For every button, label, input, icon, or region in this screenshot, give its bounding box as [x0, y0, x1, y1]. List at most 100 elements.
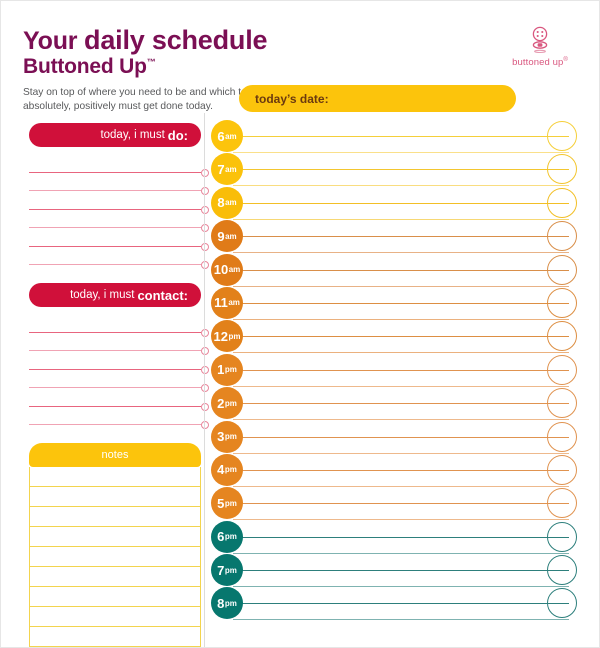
schedule-write-line[interactable]: [233, 202, 569, 204]
hour-badge: 9 am: [211, 220, 243, 253]
must-contact-task-row[interactable]: [29, 407, 209, 429]
must-do-task-row[interactable]: [29, 228, 209, 251]
schedule-row[interactable]: 3 pm: [211, 420, 577, 454]
must-contact-task-row[interactable]: [29, 388, 209, 411]
schedule-write-line[interactable]: [233, 570, 569, 572]
todays-date-field[interactable]: today’s date:: [239, 85, 516, 112]
must-do-task-row[interactable]: [29, 247, 209, 269]
task-checkbox-circle[interactable]: [201, 347, 209, 355]
note-row[interactable]: [30, 467, 200, 487]
schedule-write-line[interactable]: [233, 403, 569, 405]
schedule-row[interactable]: 2 pm: [211, 387, 577, 421]
schedule-list: 6 am 7 am 8 am 9 am 10 am 11 am 12 pm 1 pm 2 pm 3 pm 4 pm 5 pm 6…: [211, 120, 577, 621]
schedule-write-line[interactable]: [233, 603, 569, 605]
schedule-checkbox-circle[interactable]: [547, 521, 577, 552]
schedule-write-line[interactable]: [233, 469, 569, 471]
schedule-row[interactable]: 1 pm: [211, 353, 577, 387]
hour-meridiem: pm: [224, 365, 237, 375]
must-do-task-row[interactable]: [29, 191, 209, 214]
must-do-task-row[interactable]: [29, 173, 209, 195]
schedule-row[interactable]: 6 pm: [211, 520, 577, 554]
schedule-checkbox-circle[interactable]: [547, 488, 577, 519]
hour-meridiem: am: [228, 265, 241, 275]
hour-meridiem: am: [225, 198, 237, 208]
note-row[interactable]: [30, 547, 200, 567]
note-row[interactable]: [30, 567, 200, 587]
must-contact-lines: [29, 314, 209, 429]
schedule-checkbox-circle[interactable]: [547, 221, 577, 252]
schedule-write-line[interactable]: [233, 136, 569, 137]
task-checkbox-circle[interactable]: [201, 421, 209, 429]
schedule-checkbox-circle[interactable]: [547, 454, 577, 485]
task-checkbox-circle[interactable]: [201, 328, 209, 337]
schedule-row[interactable]: 4 pm: [211, 453, 577, 487]
schedule-write-line[interactable]: [233, 169, 569, 171]
must-contact-task-row[interactable]: [29, 333, 209, 355]
schedule-checkbox-circle[interactable]: [547, 321, 577, 352]
schedule-checkbox-circle[interactable]: [547, 388, 577, 419]
must-do-task-row[interactable]: [29, 154, 209, 177]
task-checkbox-circle[interactable]: [201, 168, 209, 177]
schedule-row-separator: [233, 352, 569, 354]
schedule-checkbox-circle[interactable]: [547, 254, 577, 285]
schedule-row[interactable]: 10 am: [211, 253, 577, 287]
schedule-row-separator: [233, 218, 569, 220]
schedule-write-line[interactable]: [233, 269, 569, 271]
schedule-row[interactable]: 6 am: [211, 120, 577, 153]
note-row[interactable]: [30, 607, 200, 627]
task-checkbox-circle[interactable]: [201, 187, 209, 195]
task-checkbox-circle[interactable]: [201, 261, 209, 269]
task-checkbox-circle[interactable]: [201, 365, 209, 374]
schedule-checkbox-circle[interactable]: [547, 154, 577, 185]
task-checkbox-circle[interactable]: [201, 402, 209, 411]
schedule-checkbox-circle[interactable]: [547, 187, 577, 218]
must-do-section: today, i must do:: [29, 123, 209, 269]
schedule-row[interactable]: 8 pm: [211, 587, 577, 621]
note-row[interactable]: [30, 587, 200, 607]
schedule-write-line[interactable]: [233, 336, 569, 338]
schedule-checkbox-circle[interactable]: [547, 421, 577, 452]
brand-title-text: Buttoned Up: [23, 55, 147, 79]
schedule-checkbox-circle[interactable]: [547, 555, 577, 586]
note-row[interactable]: [30, 487, 200, 507]
schedule-write-line[interactable]: [233, 503, 569, 505]
title-prefix: Your: [23, 27, 78, 55]
schedule-write-line[interactable]: [233, 369, 569, 371]
note-row[interactable]: [30, 507, 200, 527]
task-checkbox-circle[interactable]: [201, 242, 209, 251]
schedule-write-line[interactable]: [233, 536, 569, 538]
note-row[interactable]: [30, 527, 200, 547]
schedule-row[interactable]: 7 pm: [211, 554, 577, 588]
schedule-write-line[interactable]: [233, 236, 569, 238]
hour-meridiem: am: [225, 164, 237, 174]
task-checkbox-circle[interactable]: [201, 384, 209, 392]
must-contact-task-row[interactable]: [29, 351, 209, 374]
schedule-checkbox-circle[interactable]: [547, 121, 577, 151]
schedule-checkbox-circle[interactable]: [547, 354, 577, 385]
schedule-row-separator: [233, 185, 569, 187]
schedule-row[interactable]: 7 am: [211, 153, 577, 187]
schedule-write-line[interactable]: [233, 302, 569, 304]
must-contact-task-row[interactable]: [29, 370, 209, 392]
schedule-checkbox-circle[interactable]: [547, 287, 577, 318]
note-row[interactable]: [30, 627, 200, 647]
schedule-row-separator: [233, 285, 569, 287]
schedule-row-separator: [233, 452, 569, 454]
page-title: Your daily schedule: [23, 25, 443, 55]
schedule-checkbox-circle[interactable]: [547, 588, 577, 619]
schedule-row[interactable]: 9 am: [211, 220, 577, 254]
hour-number: 7: [217, 161, 225, 177]
hour-number: 8: [217, 595, 225, 611]
schedule-row[interactable]: 8 am: [211, 186, 577, 220]
must-do-task-row[interactable]: [29, 210, 209, 232]
task-checkbox-circle[interactable]: [201, 205, 209, 214]
schedule-row[interactable]: 11 am: [211, 286, 577, 320]
schedule-row[interactable]: 5 pm: [211, 487, 577, 521]
hour-number: 12: [213, 328, 228, 344]
schedule-row[interactable]: 12 pm: [211, 320, 577, 354]
hour-number: 9: [217, 228, 225, 244]
must-do-label-bold: do:: [167, 127, 188, 143]
task-checkbox-circle[interactable]: [201, 224, 209, 232]
schedule-write-line[interactable]: [233, 436, 569, 438]
must-contact-task-row[interactable]: [29, 314, 209, 337]
